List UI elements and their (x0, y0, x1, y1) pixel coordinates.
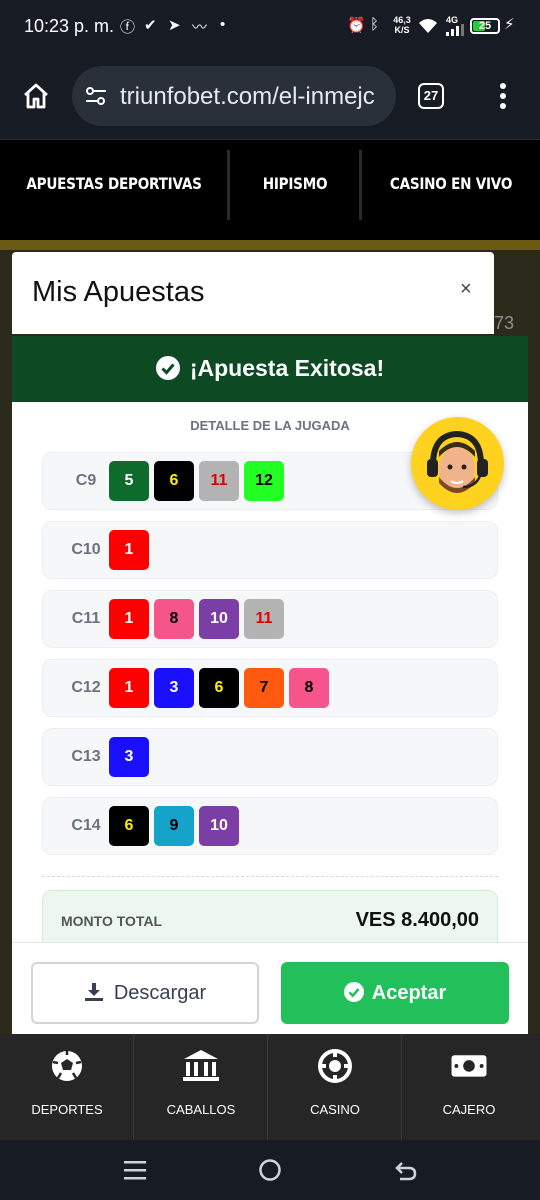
url-text[interactable]: triunfobet.com/el-inmejc (120, 83, 388, 111)
network-speed: 46,3 K/S (393, 15, 411, 35)
telegram-icon: ➤ (168, 17, 181, 34)
horse-number-chip: 8 (154, 599, 194, 639)
horse-number-chip: 6 (109, 806, 149, 846)
facebook-icon: ⓕ (120, 19, 136, 36)
total-value: VES 8.400,00 (355, 909, 479, 931)
system-nav-bar (0, 1140, 540, 1200)
download-label: Descargar (113, 982, 207, 1004)
background-number: 73 (494, 313, 515, 333)
bottom-nav-label: CABALLOS (166, 1102, 236, 1117)
cash-icon (451, 1055, 487, 1077)
modal-footer: Descargar Aceptar (12, 942, 528, 1034)
bottom-nav-casino[interactable]: CASINO (268, 1034, 402, 1140)
horse-number-chip: 7 (244, 668, 284, 708)
horse-number-chip: 10 (199, 806, 239, 846)
tune-icon[interactable] (84, 86, 108, 106)
bet-row: C10 1 (42, 521, 498, 579)
alarm-icon: ⏰ (347, 17, 366, 34)
check-circle-icon (343, 982, 364, 1002)
bluetooth-icon: ᛒ (370, 16, 380, 33)
bank-icon (183, 1050, 219, 1081)
download-icon (84, 983, 103, 1001)
bottom-nav-label: CAJERO (442, 1102, 496, 1117)
status-time: 10:23 p. m. (24, 16, 115, 36)
nav-apuestas-deportivas[interactable]: APUESTAS DEPORTIVAS (17, 140, 211, 240)
accept-label: Aceptar (371, 982, 447, 1004)
horse-number-chip: 11 (199, 461, 239, 501)
nav-divider (359, 150, 362, 220)
check-circle-icon (155, 356, 180, 380)
total-label: MONTO TOTAL (61, 913, 163, 929)
success-message: ¡Apuesta Exitosa! (12, 336, 528, 402)
success-text: ¡Apuesta Exitosa! (189, 355, 385, 381)
bottom-nav-caballos[interactable]: CABALLOS (134, 1034, 268, 1140)
bottom-nav-label: DEPORTES (31, 1102, 103, 1117)
app-v-icon: ✔ (144, 17, 157, 34)
pulse-icon: 〰 (192, 19, 208, 36)
nav-hipismo[interactable]: HIPISMO (240, 140, 351, 240)
horse-number-chip: 1 (109, 599, 149, 639)
success-banner: ¡Apuesta Exitosa! (12, 336, 528, 402)
horse-number-chip: 9 (154, 806, 194, 846)
wifi-icon (419, 19, 437, 33)
horse-number-chip: 3 (154, 668, 194, 708)
home-icon[interactable] (22, 82, 50, 110)
dot-icon: • (220, 16, 226, 33)
horse-number-chip: 6 (199, 668, 239, 708)
download-button[interactable]: Descargar (31, 962, 259, 1024)
status-bar: 10:23 p. m. ⓕ ✔ ➤ 〰 • ⏰ ᛒ 46,3 K/S 4G 25… (0, 0, 540, 56)
support-agent-icon (427, 430, 488, 493)
bottom-nav-label: CASINO (310, 1102, 360, 1117)
battery-icon: 25 (470, 18, 500, 34)
signal-icon (446, 24, 464, 36)
background-banner (0, 240, 540, 250)
horse-number-chip: 6 (154, 461, 194, 501)
horse-number-chip: 8 (289, 668, 329, 708)
more-vert-icon[interactable] (497, 82, 509, 112)
modal-title: Mis Apuestas (32, 276, 205, 308)
tab-count-button[interactable]: 27 (418, 83, 444, 109)
accept-button[interactable]: Aceptar (281, 962, 509, 1024)
casino-chip-icon (318, 1049, 352, 1083)
dashed-divider (42, 876, 498, 877)
soccer-ball-icon (52, 1051, 82, 1081)
horse-number-chip: 11 (244, 599, 284, 639)
horse-number-chip: 1 (109, 668, 149, 708)
horse-number-chip: 3 (109, 737, 149, 777)
horse-number-chip: 5 (109, 461, 149, 501)
home-nav-icon[interactable] (258, 1158, 282, 1182)
charging-icon: ⚡ (504, 16, 515, 33)
bottom-nav: DEPORTES CABALLOS CASINO CAJERO (0, 1034, 540, 1140)
browser-toolbar: triunfobet.com/el-inmejc 27 (0, 56, 540, 140)
bottom-nav-deportes[interactable]: DEPORTES (0, 1034, 134, 1140)
address-bar[interactable]: triunfobet.com/el-inmejc (72, 66, 396, 126)
nav-casino-en-vivo[interactable]: CASINO EN VIVO (375, 140, 526, 240)
recents-icon[interactable] (124, 1160, 146, 1180)
bottom-nav-cajero[interactable]: CAJERO (402, 1034, 540, 1140)
nav-divider (227, 150, 230, 220)
close-button[interactable]: × (460, 278, 472, 301)
horse-number-chip: 10 (199, 599, 239, 639)
bet-row: C12 1 3 6 7 8 (42, 659, 498, 717)
bet-row: C14 6 9 10 (42, 797, 498, 855)
support-avatar[interactable] (411, 417, 504, 510)
back-icon[interactable] (394, 1158, 418, 1182)
modal-header: Mis Apuestas × (12, 252, 494, 334)
total-box: MONTO TOTAL VES 8.400,00 (42, 890, 498, 942)
bet-row: C11 1 8 10 11 (42, 590, 498, 648)
battery-level: 25 (478, 20, 492, 32)
site-nav: APUESTAS DEPORTIVAS HIPISMO CASINO EN VI… (0, 140, 540, 240)
horse-number-chip: 12 (244, 461, 284, 501)
bet-row: C13 3 (42, 728, 498, 786)
horse-number-chip: 1 (109, 530, 149, 570)
